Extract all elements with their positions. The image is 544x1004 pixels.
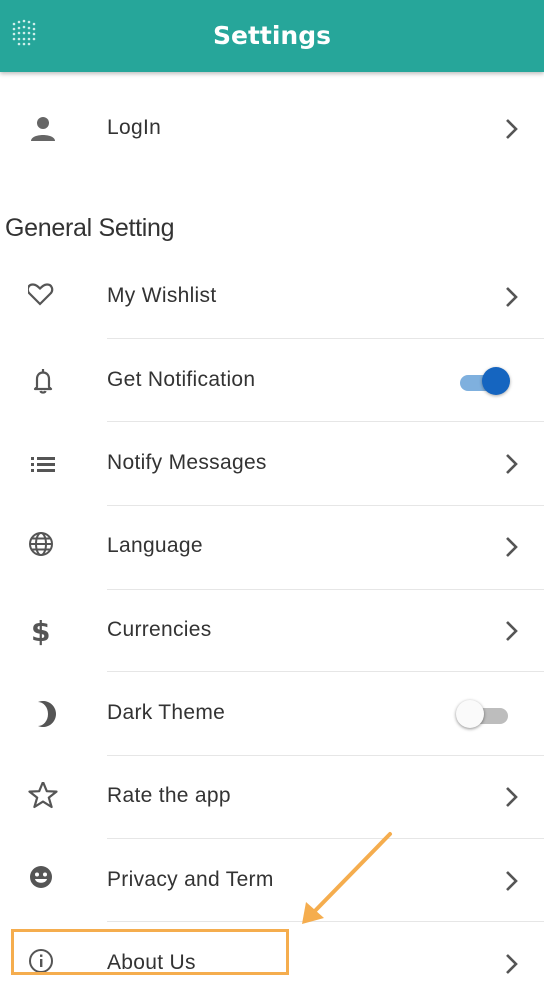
settings-item-dark-theme[interactable]: Dark Theme	[0, 672, 544, 754]
settings-item-label: Dark Theme	[107, 701, 226, 724]
settings-item-language[interactable]: Language	[0, 505, 544, 587]
dollar-icon: $	[31, 616, 50, 646]
login-row[interactable]: LogIn	[0, 87, 544, 169]
settings-item-notification[interactable]: Get Notification	[0, 339, 544, 421]
annotation-arrow-icon	[302, 832, 392, 924]
svg-text:$: $	[31, 616, 50, 646]
settings-item-privacy[interactable]: Privacy and Term	[0, 839, 544, 921]
settings-item-currencies[interactable]: $ Currencies	[0, 589, 544, 671]
toggle-knob	[456, 700, 484, 728]
person-icon	[31, 117, 55, 141]
settings-item-label: Currencies	[107, 618, 212, 641]
chevron-right-icon	[506, 871, 518, 891]
bell-icon	[33, 369, 53, 394]
settings-item-label: Privacy and Term	[107, 868, 274, 891]
list-icon	[31, 457, 55, 472]
settings-item-label: Notify Messages	[107, 451, 267, 474]
settings-item-label: My Wishlist	[107, 284, 217, 307]
settings-item-rate[interactable]: Rate the app	[0, 755, 544, 837]
page-title: Settings	[212, 21, 331, 50]
settings-item-label: Language	[107, 534, 203, 557]
settings-item-label: Get Notification	[107, 368, 256, 391]
settings-item-wishlist[interactable]: My Wishlist	[0, 255, 544, 337]
chevron-right-icon	[506, 119, 518, 139]
app-header: Settings	[0, 0, 544, 72]
section-title-general: General Setting	[5, 214, 175, 242]
settings-item-notify-messages[interactable]: Notify Messages	[0, 422, 544, 504]
heart-icon	[28, 283, 54, 306]
dark-theme-toggle[interactable]	[456, 700, 514, 728]
chevron-right-icon	[506, 454, 518, 474]
login-label: LogIn	[107, 116, 162, 139]
globe-icon	[29, 532, 53, 556]
chevron-right-icon	[506, 537, 518, 557]
notification-toggle[interactable]	[458, 367, 514, 395]
chevron-right-icon	[506, 621, 518, 641]
star-icon	[28, 782, 58, 809]
moon-icon	[38, 701, 56, 727]
toggle-knob	[482, 367, 510, 395]
chevron-right-icon	[506, 787, 518, 807]
annotation-highlight-box	[11, 929, 289, 975]
settings-item-label: Rate the app	[107, 784, 231, 807]
face-icon	[30, 866, 52, 888]
chevron-right-icon	[506, 954, 518, 974]
chevron-right-icon	[506, 287, 518, 307]
